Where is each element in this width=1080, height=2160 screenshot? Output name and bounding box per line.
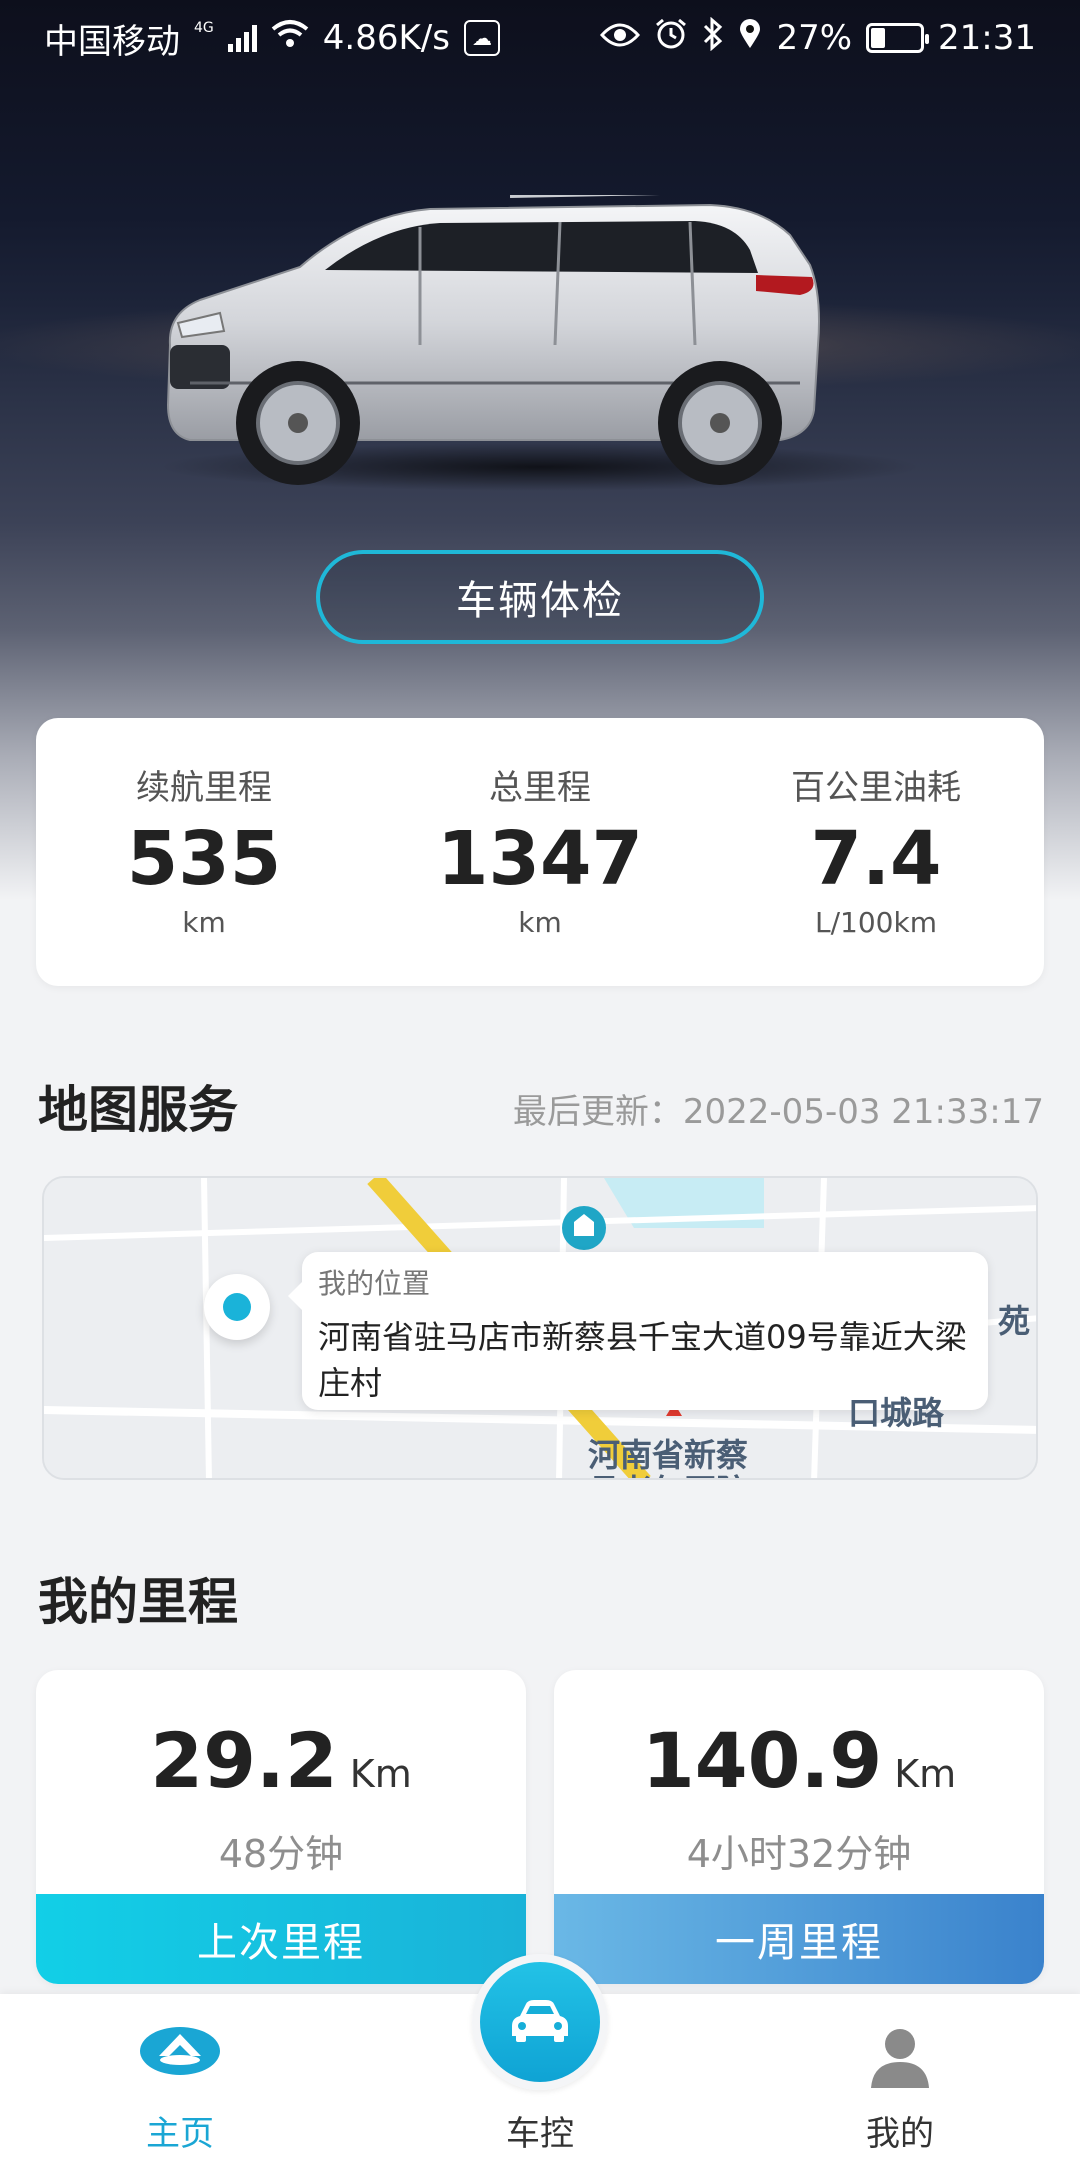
stat-range: 续航里程 535 km [36, 718, 372, 986]
stat-value: 7.4 [810, 816, 942, 902]
stat-unit: km [182, 906, 226, 940]
mile-duration: 4小时32分钟 [686, 1832, 912, 1876]
nav-home-tab[interactable]: 主页 [80, 1994, 280, 2160]
my-location-marker[interactable] [204, 1274, 270, 1340]
mile-value-row: 29.2 Km [36, 1716, 526, 1805]
status-left: 中国移动 4G 4.86K/s ☁ [44, 14, 500, 63]
bluetooth-icon [702, 16, 724, 60]
stat-fuel-consumption: 百公里油耗 7.4 L/100km [708, 718, 1044, 986]
eye-icon [600, 18, 641, 58]
week-trip-card[interactable]: 140.9 Km 4小时32分钟 一周里程 [554, 1670, 1044, 1984]
mile-value: 140.9 [641, 1716, 883, 1805]
map-section-title: 地图服务 [38, 1081, 238, 1139]
brand-logo-icon [137, 2024, 223, 2082]
nav-mine-tab[interactable]: 我的 [800, 1994, 1000, 2160]
nav-mine-label: 我的 [866, 2114, 934, 2154]
carrier-name: 中国移动 [44, 21, 180, 62]
update-time: 2022-05-03 21:33:17 [682, 1092, 1044, 1132]
clock-time: 21:31 [938, 18, 1036, 58]
battery-icon [866, 23, 930, 53]
location-icon [738, 18, 762, 59]
stat-unit: L/100km [815, 906, 937, 940]
mile-duration: 48分钟 [218, 1832, 344, 1876]
map-label-hospital-2: 县老年医院 [588, 1466, 748, 1478]
stat-value: 1347 [437, 816, 643, 902]
battery-percent: 27% [776, 18, 853, 58]
status-bar: 中国移动 4G 4.86K/s ☁ 27% 21:31 [0, 0, 1080, 76]
location-popup: 我的位置 河南省驻马店市新蔡县千宝大道09号靠近大梁庄村 [288, 1252, 988, 1410]
car-control-button[interactable] [472, 1954, 608, 2090]
mile-unit: Km [349, 1752, 412, 1796]
nav-control-label: 车控 [506, 2114, 574, 2154]
status-right: 27% 21:31 [600, 16, 1036, 60]
car-icon [510, 1998, 570, 2046]
alarm-icon [654, 17, 688, 60]
nav-home-label: 主页 [146, 2114, 214, 2154]
wifi-icon [271, 18, 309, 58]
map-label-yuan: 苑 [998, 1302, 1031, 1340]
vehicle-stats-card: 续航里程 535 km 总里程 1347 km 百公里油耗 7.4 L/100k… [36, 718, 1044, 986]
car-image [160, 195, 920, 491]
signal-icon [227, 24, 257, 52]
update-label: 最后更新： [512, 1092, 683, 1132]
week-trip-label: 一周里程 [554, 1894, 1044, 1984]
map-view[interactable]: 我的位置 河南省驻马店市新蔡县千宝大道09号靠近大梁庄村 河南省新蔡 县老年医院… [42, 1176, 1038, 1480]
popup-title: 我的位置 [318, 1267, 431, 1300]
stat-label: 续航里程 [136, 768, 272, 808]
mile-value: 29.2 [150, 1716, 338, 1805]
mileage-section-title: 我的里程 [38, 1573, 238, 1631]
last-trip-label: 上次里程 [36, 1894, 526, 1984]
mile-value-row: 140.9 Km [554, 1716, 1044, 1805]
vehicle-check-button[interactable]: 车辆体检 [316, 550, 764, 644]
map-update-info: 最后更新：2022-05-03 21:33:17 [513, 1084, 1044, 1133]
last-trip-card[interactable]: 29.2 Km 48分钟 上次里程 [36, 1670, 526, 1984]
network-type: 4G [194, 20, 214, 36]
stat-label: 百公里油耗 [791, 768, 961, 808]
user-icon [867, 2024, 933, 2094]
stat-total-mileage: 总里程 1347 km [372, 718, 708, 986]
mile-unit: Km [894, 1752, 957, 1796]
stat-value: 535 [126, 816, 282, 902]
stat-unit: km [518, 906, 562, 940]
map-label-road: 口城路 [848, 1394, 945, 1432]
network-speed: 4.86K/s [322, 18, 450, 58]
stat-label: 总里程 [489, 768, 591, 808]
cloud-app-icon: ☁ [463, 20, 500, 56]
